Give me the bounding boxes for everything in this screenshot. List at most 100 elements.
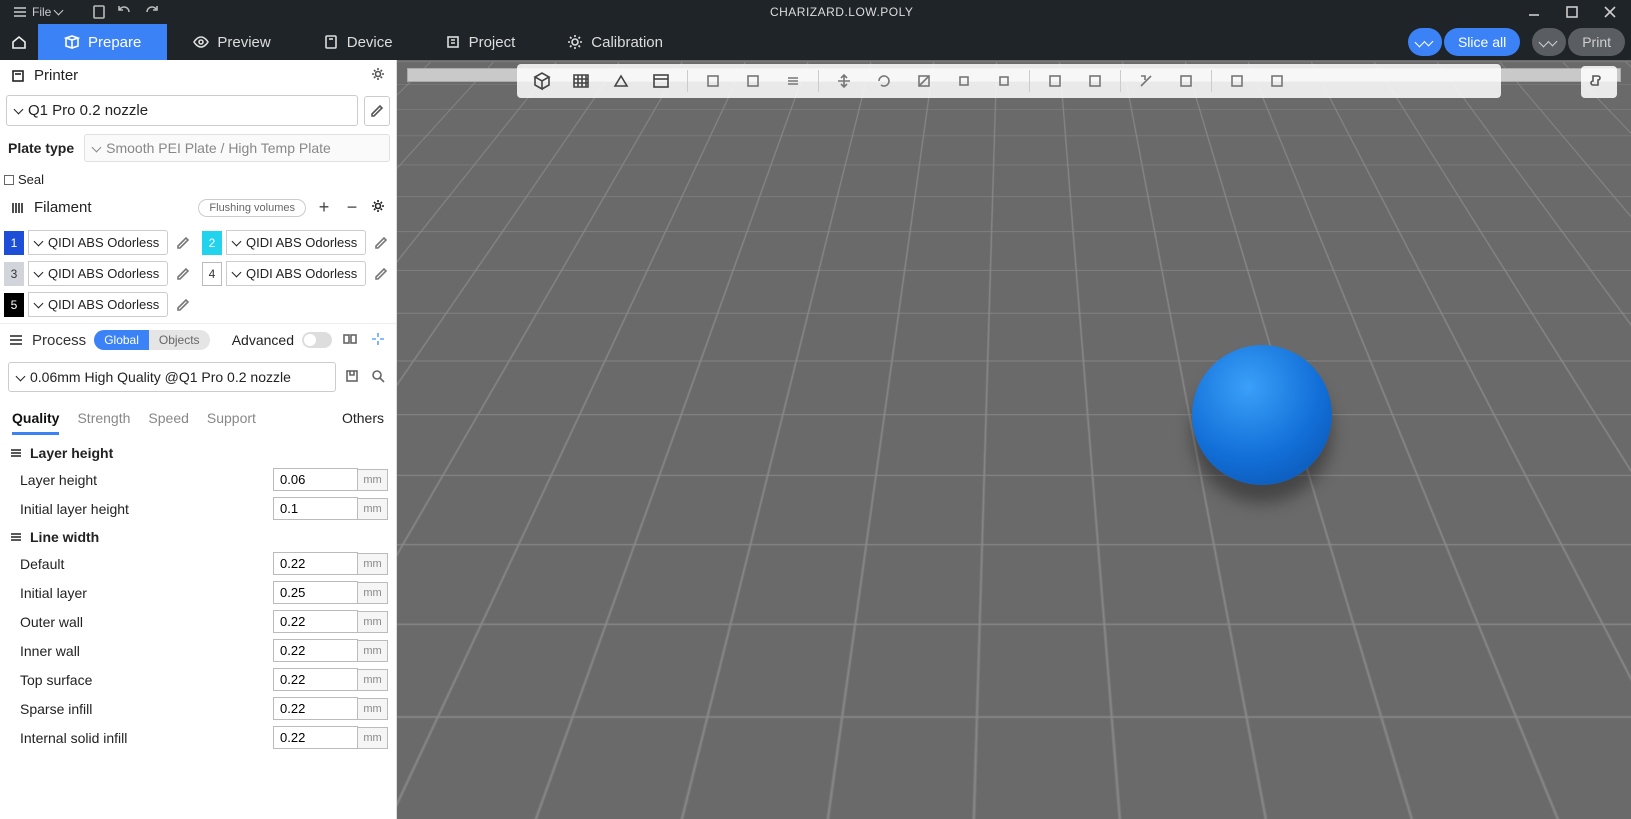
close-button[interactable] xyxy=(1595,2,1625,22)
ptab-speed[interactable]: Speed xyxy=(148,404,188,435)
param-group-header[interactable]: Layer height xyxy=(8,439,388,465)
chevron-down-icon xyxy=(233,266,242,281)
plate-type-select[interactable]: Smooth PEI Plate / High Temp Plate xyxy=(84,134,390,162)
tool-button[interactable] xyxy=(1167,67,1205,95)
seal-checkbox-row[interactable]: Seal xyxy=(0,170,396,193)
filament-swatch[interactable]: 2 xyxy=(202,231,222,255)
split-button[interactable] xyxy=(643,67,681,95)
param-input[interactable] xyxy=(273,668,358,691)
new-file-icon[interactable] xyxy=(86,2,112,22)
param-unit: mm xyxy=(358,640,388,662)
assembly-view-button[interactable] xyxy=(1581,66,1617,98)
advanced-switch[interactable] xyxy=(302,332,332,348)
filament-select[interactable]: QIDI ABS Odorless xyxy=(226,261,366,286)
scale-button[interactable] xyxy=(905,67,943,95)
print-button[interactable]: Print xyxy=(1568,28,1625,56)
add-plate-button[interactable] xyxy=(563,67,601,95)
flushing-volumes-button[interactable]: Flushing volumes xyxy=(198,199,306,217)
slice-dropdown[interactable] xyxy=(1408,28,1442,56)
maximize-button[interactable] xyxy=(1557,2,1587,22)
params-panel[interactable]: Layer heightLayer height mmInitial layer… xyxy=(0,435,396,819)
tab-device[interactable]: Device xyxy=(297,24,419,60)
tool-button[interactable] xyxy=(1036,67,1074,95)
param-unit: mm xyxy=(358,498,388,520)
filament-swatch[interactable]: 4 xyxy=(202,262,222,286)
param-group-header[interactable]: Line width xyxy=(8,523,388,549)
printer-select[interactable]: Q1 Pro 0.2 nozzle xyxy=(6,95,358,126)
filament-edit-button[interactable] xyxy=(370,231,392,255)
auto-orient-button[interactable] xyxy=(603,67,641,95)
filament-select[interactable]: QIDI ABS Odorless xyxy=(226,230,366,255)
printer-settings-button[interactable] xyxy=(370,66,386,85)
viewport-3d[interactable] xyxy=(397,60,1631,819)
filament-swatch[interactable]: 1 xyxy=(4,231,24,255)
printer-edit-button[interactable] xyxy=(364,96,390,126)
filament-edit-button[interactable] xyxy=(172,262,194,286)
toggle-objects[interactable]: Objects xyxy=(149,330,210,350)
rotate-button[interactable] xyxy=(865,67,903,95)
minimize-button[interactable] xyxy=(1519,2,1549,22)
tool-button[interactable] xyxy=(1127,67,1165,95)
slice-button[interactable]: Slice all xyxy=(1444,28,1520,56)
param-input[interactable] xyxy=(273,468,358,491)
tool-button[interactable] xyxy=(1076,67,1114,95)
ai-button[interactable] xyxy=(368,331,388,350)
process-tabs: Quality Strength Speed Support Others xyxy=(0,398,396,435)
toggle-global[interactable]: Global xyxy=(94,330,149,350)
place-button[interactable] xyxy=(945,67,983,95)
tab-calibration[interactable]: Calibration xyxy=(541,24,689,60)
filament-name: QIDI ABS Odorless xyxy=(48,266,159,281)
compare-button[interactable] xyxy=(340,331,360,350)
model-sphere[interactable] xyxy=(1192,345,1332,485)
param-input[interactable] xyxy=(273,726,358,749)
param-input[interactable] xyxy=(273,497,358,520)
param-input[interactable] xyxy=(273,552,358,575)
tool-button[interactable] xyxy=(774,67,812,95)
print-dropdown[interactable] xyxy=(1532,28,1566,56)
add-cube-button[interactable] xyxy=(523,67,561,95)
tool-button[interactable] xyxy=(1218,67,1256,95)
build-plate-grid xyxy=(397,197,1631,819)
remove-filament-button[interactable]: − xyxy=(342,197,362,218)
tab-preview[interactable]: Preview xyxy=(167,24,296,60)
filament-swatch[interactable]: 3 xyxy=(4,262,24,286)
ptab-quality[interactable]: Quality xyxy=(12,404,59,435)
filament-edit-button[interactable] xyxy=(172,231,194,255)
filament-select[interactable]: QIDI ABS Odorless xyxy=(28,261,168,286)
param-input[interactable] xyxy=(273,697,358,720)
tab-prepare[interactable]: Prepare xyxy=(38,24,167,60)
filament-item: 4 QIDI ABS Odorless xyxy=(202,261,392,286)
filament-item: 2 QIDI ABS Odorless xyxy=(202,230,392,255)
tool-button[interactable] xyxy=(734,67,772,95)
redo-icon[interactable] xyxy=(138,2,164,22)
preset-search-button[interactable] xyxy=(368,368,388,387)
tool-button[interactable] xyxy=(1258,67,1296,95)
ptab-others[interactable]: Others xyxy=(342,404,384,435)
move-button[interactable] xyxy=(825,67,863,95)
tool-button[interactable] xyxy=(694,67,732,95)
preset-save-button[interactable] xyxy=(342,368,362,387)
undo-icon[interactable] xyxy=(112,2,138,22)
ptab-strength[interactable]: Strength xyxy=(77,404,130,435)
sidebar: Printer Q1 Pro 0.2 nozzle Plate type Smo… xyxy=(0,60,397,819)
filament-settings-button[interactable] xyxy=(370,198,386,217)
filament-edit-button[interactable] xyxy=(172,293,194,317)
add-filament-button[interactable]: + xyxy=(314,197,334,218)
tab-label: Prepare xyxy=(88,34,141,51)
filament-swatch[interactable]: 5 xyxy=(4,293,24,317)
filament-select[interactable]: QIDI ABS Odorless xyxy=(28,230,168,255)
filament-select[interactable]: QIDI ABS Odorless xyxy=(28,292,168,317)
cut-button[interactable] xyxy=(985,67,1023,95)
param-input[interactable] xyxy=(273,639,358,662)
param-input[interactable] xyxy=(273,610,358,633)
printer-section-head: Printer xyxy=(0,60,396,91)
plate-value: Smooth PEI Plate / High Temp Plate xyxy=(106,140,331,156)
tab-project[interactable]: Project xyxy=(419,24,542,60)
home-button[interactable] xyxy=(0,24,38,60)
filament-edit-button[interactable] xyxy=(370,262,392,286)
process-preset-select[interactable]: 0.06mm High Quality @Q1 Pro 0.2 nozzle xyxy=(8,362,336,392)
file-menu[interactable]: File xyxy=(6,2,70,22)
ptab-support[interactable]: Support xyxy=(207,404,256,435)
seal-checkbox[interactable] xyxy=(4,175,14,185)
param-input[interactable] xyxy=(273,581,358,604)
